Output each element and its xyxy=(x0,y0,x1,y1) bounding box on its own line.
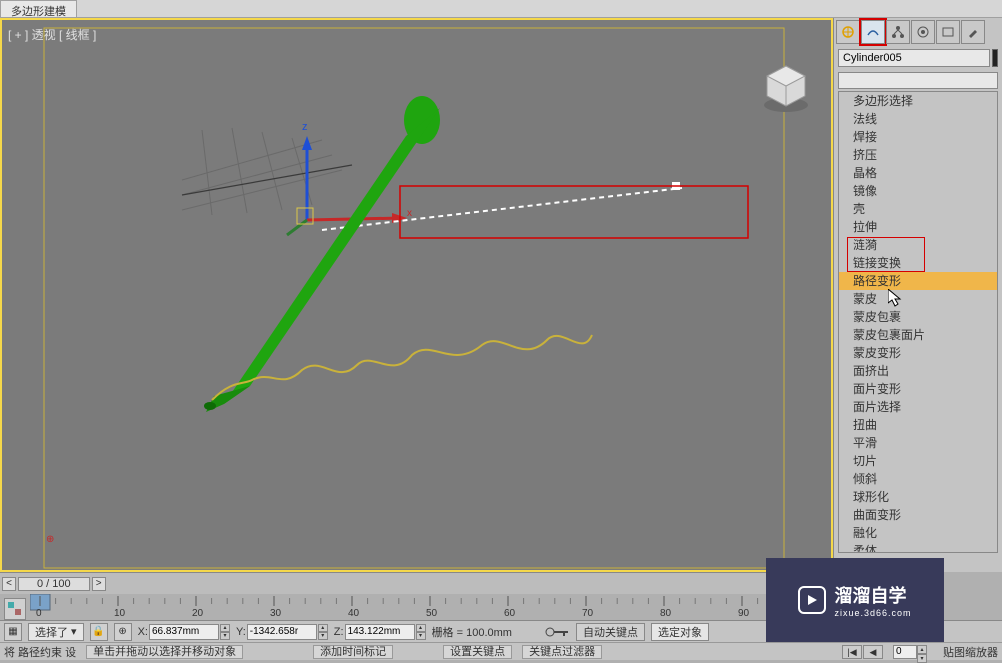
svg-text:⊕: ⊕ xyxy=(46,534,54,545)
modifier-item[interactable]: 涟漪 xyxy=(839,236,997,254)
object-color-swatch[interactable] xyxy=(992,49,998,67)
watermark-url: zixue.3d66.com xyxy=(834,608,911,618)
prev-frame-button[interactable]: ◀ xyxy=(863,645,883,659)
viewport-perspective[interactable]: [ + ] 透视 [ 线框 ] z x xyxy=(0,18,833,572)
svg-text:0: 0 xyxy=(36,608,42,619)
modifier-item[interactable]: 扭曲 xyxy=(839,416,997,434)
watermark: 溜溜自学 zixue.3d66.com xyxy=(766,558,944,642)
modifier-item[interactable]: 蒙皮 xyxy=(839,290,997,308)
svg-text:80: 80 xyxy=(660,608,672,619)
object-name-input[interactable] xyxy=(838,49,990,67)
coord-mode-icon[interactable]: ⊕ xyxy=(114,623,132,641)
modifier-item[interactable]: 拉伸 xyxy=(839,218,997,236)
frame-down[interactable]: ▾ xyxy=(917,654,927,663)
coord-z-input[interactable] xyxy=(345,624,415,640)
coord-x-input[interactable] xyxy=(149,624,219,640)
coord-x: X: ▴▾ xyxy=(138,624,230,640)
hint-left: 将 路径约束 设 xyxy=(4,644,76,660)
hierarchy-tab-icon[interactable] xyxy=(886,20,910,44)
y-down[interactable]: ▾ xyxy=(318,632,328,640)
modifier-item[interactable]: 挤压 xyxy=(839,146,997,164)
modifier-item[interactable]: 倾斜 xyxy=(839,470,997,488)
selected-count[interactable]: 选择了 ▾ xyxy=(28,623,84,641)
modifier-item[interactable]: 蒙皮变形 xyxy=(839,344,997,362)
svg-text:60: 60 xyxy=(504,608,516,619)
create-tab-icon[interactable] xyxy=(836,20,860,44)
modifier-item[interactable]: 蒙皮包裹 xyxy=(839,308,997,326)
modifier-item[interactable]: 晶格 xyxy=(839,164,997,182)
z-up[interactable]: ▴ xyxy=(416,624,426,632)
modifier-item[interactable]: 壳 xyxy=(839,200,997,218)
modifier-list[interactable]: 多边形选择法线焊接挤压晶格镜像壳拉伸涟漪链接变换路径变形蒙皮蒙皮包裹蒙皮包裹面片… xyxy=(838,91,998,553)
add-time-marker[interactable]: 添加时间标记 xyxy=(313,645,393,659)
svg-text:30: 30 xyxy=(270,608,282,619)
frame-chip[interactable]: 0 / 100 xyxy=(18,577,90,591)
goto-start-button[interactable]: |◀ xyxy=(842,645,862,659)
auto-key-button[interactable]: 自动关键点 xyxy=(576,623,645,641)
coord-y: Y: ▴▾ xyxy=(236,624,328,640)
modifier-item[interactable]: 焊接 xyxy=(839,128,997,146)
right-panel-label: 贴图缩放器 xyxy=(943,644,998,660)
motion-tab-icon[interactable] xyxy=(911,20,935,44)
modifier-dropdown[interactable] xyxy=(838,72,998,89)
modifier-item[interactable]: 面挤出 xyxy=(839,362,997,380)
modifier-item[interactable]: 路径变形 xyxy=(839,272,997,290)
play-icon xyxy=(798,586,826,614)
scroll-left-button[interactable]: < xyxy=(2,577,16,591)
x-down[interactable]: ▾ xyxy=(220,632,230,640)
timeline-config-icon[interactable] xyxy=(4,598,26,620)
utilities-tab-icon[interactable] xyxy=(961,20,985,44)
modifier-item[interactable]: 柔体 xyxy=(839,542,997,553)
modifier-item[interactable]: 球形化 xyxy=(839,488,997,506)
modifier-item[interactable]: 平滑 xyxy=(839,434,997,452)
svg-text:20: 20 xyxy=(192,608,204,619)
frame-up[interactable]: ▴ xyxy=(917,645,927,654)
coord-y-input[interactable] xyxy=(247,624,317,640)
svg-text:x: x xyxy=(407,208,412,219)
modifier-item[interactable]: 面片选择 xyxy=(839,398,997,416)
grid-readout: 栅格 = 100.0mm xyxy=(432,624,512,640)
x-up[interactable]: ▴ xyxy=(220,624,230,632)
svg-text:70: 70 xyxy=(582,608,594,619)
modify-tab-icon[interactable] xyxy=(861,20,885,44)
modifier-item[interactable]: 面片变形 xyxy=(839,380,997,398)
modifier-item[interactable]: 融化 xyxy=(839,524,997,542)
modifier-item[interactable]: 镜像 xyxy=(839,182,997,200)
viewcube[interactable] xyxy=(759,60,813,114)
svg-text:40: 40 xyxy=(348,608,360,619)
lock-icon[interactable]: 🔒 xyxy=(90,623,108,641)
svg-text:10: 10 xyxy=(114,608,126,619)
set-key-button[interactable]: 设置关键点 xyxy=(443,645,512,659)
modifier-item[interactable]: 切片 xyxy=(839,452,997,470)
key-target-dropdown[interactable]: 选定对象 xyxy=(651,623,709,641)
y-up[interactable]: ▴ xyxy=(318,624,328,632)
modifier-item[interactable]: 曲面变形 xyxy=(839,506,997,524)
display-tab-icon[interactable] xyxy=(936,20,960,44)
selection-lock-icon[interactable]: ▦ xyxy=(4,623,22,641)
scroll-right-button[interactable]: > xyxy=(92,577,106,591)
svg-text:50: 50 xyxy=(426,608,438,619)
workspace-tab[interactable]: 多边形建模 xyxy=(0,0,77,17)
time-ruler[interactable]: 0102030405060708090100 xyxy=(30,594,833,620)
key-icon xyxy=(544,624,570,640)
viewport-scene: z x ⊕ xyxy=(2,20,831,570)
svg-text:z: z xyxy=(302,121,308,133)
z-down[interactable]: ▾ xyxy=(416,632,426,640)
modifier-item[interactable]: 法线 xyxy=(839,110,997,128)
modifier-item[interactable]: 多边形选择 xyxy=(839,92,997,110)
hint-tooltip: 单击并拖动以选择并移动对象 xyxy=(86,645,243,659)
key-filter-button[interactable]: 关键点过滤器 xyxy=(522,645,602,659)
coord-z: Z: ▴▾ xyxy=(334,624,426,640)
modifier-item[interactable]: 蒙皮包裹面片 xyxy=(839,326,997,344)
watermark-title: 溜溜自学 xyxy=(834,582,911,608)
svg-text:90: 90 xyxy=(738,608,750,619)
current-frame-input[interactable] xyxy=(893,645,917,659)
modifier-item[interactable]: 链接变换 xyxy=(839,254,997,272)
selected-label: 选择了 xyxy=(35,624,68,640)
